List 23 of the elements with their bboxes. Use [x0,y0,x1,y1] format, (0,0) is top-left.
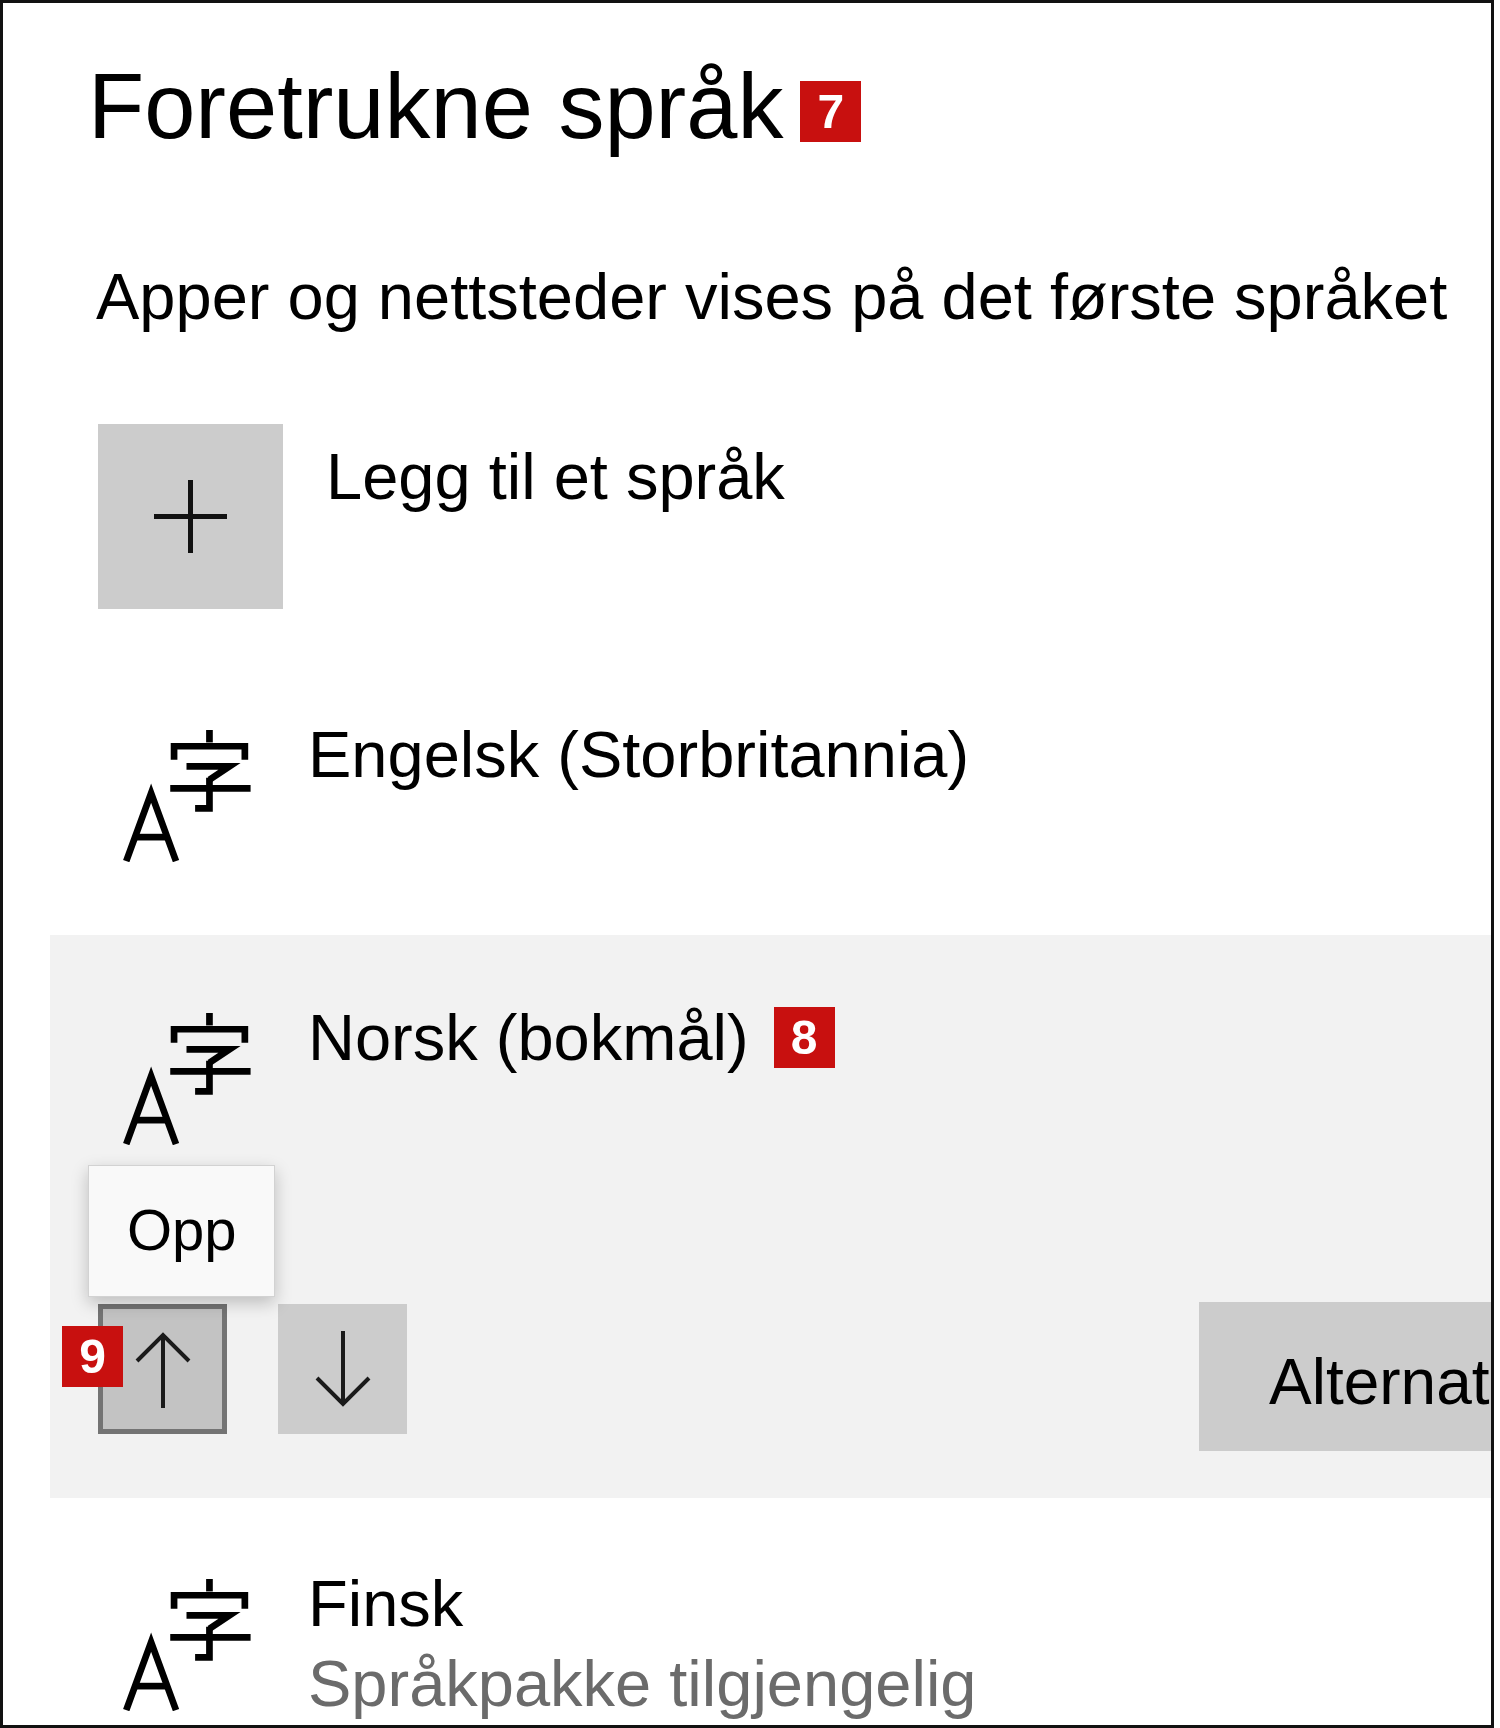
language-item[interactable]: Finsk Språkpakke tilgjengelig [50,1571,1491,1717]
language-name: Finsk [308,1571,464,1637]
description-text: Apper og nettsteder vises på det første språket [96,264,1449,330]
tooltip: Opp [88,1165,275,1298]
add-language-button[interactable] [98,424,283,610]
arrow-up-icon [133,1330,192,1408]
language-icon [122,1013,251,1146]
annotation-marker: 8 [773,1007,835,1069]
page-title: Foretrukne språk [87,54,785,159]
options-button[interactable]: Alternat [1199,1302,1491,1452]
language-status: Språkpakke tilgjengelig [308,1651,977,1717]
language-item[interactable]: Norsk (bokmål) 8 Opp 9 Alternat [50,935,1491,1499]
language-name: Norsk (bokmål) [308,1005,749,1071]
language-item[interactable]: Engelsk (Storbritannia) [50,722,1491,863]
plus-icon [154,480,227,554]
annotation-marker: 9 [62,1326,123,1388]
move-down-button[interactable] [278,1304,407,1435]
language-name: Engelsk (Storbritannia) [308,722,970,788]
arrow-down-icon [313,1330,372,1408]
language-icon [122,730,251,863]
add-language-label[interactable]: Legg til et språk [326,444,785,510]
language-icon [122,1579,251,1712]
annotation-marker: 7 [800,81,862,142]
